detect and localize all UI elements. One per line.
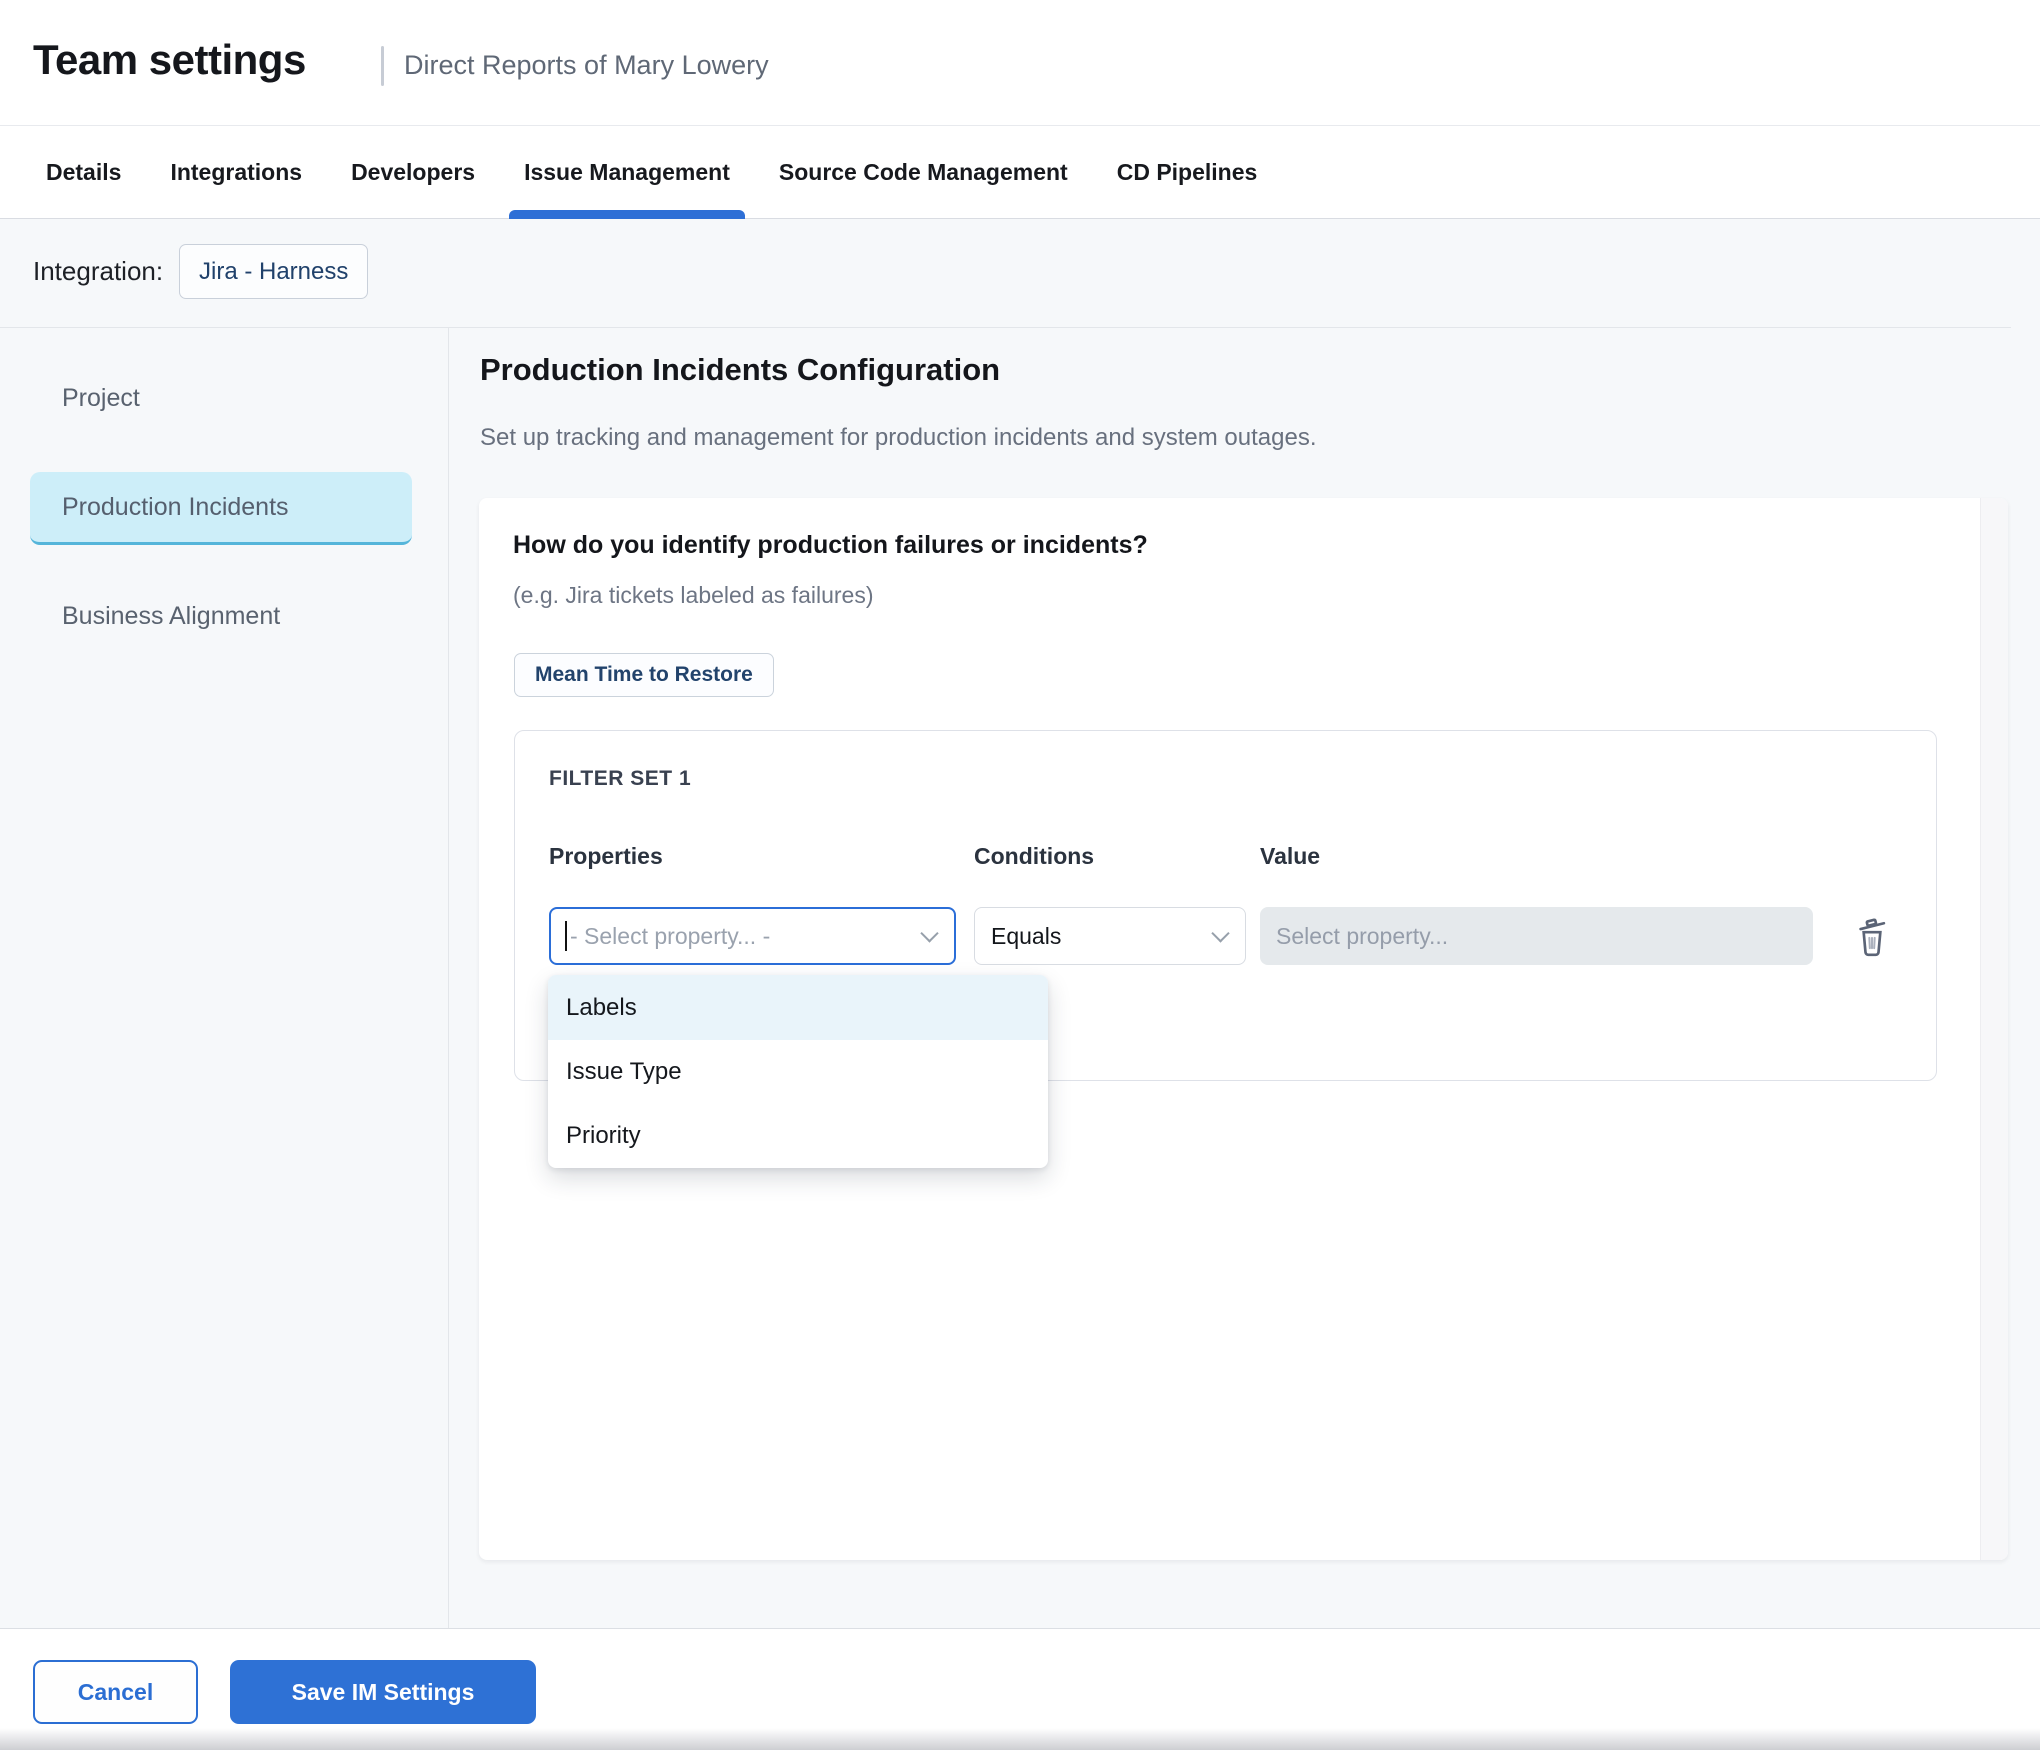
column-label-value: Value <box>1260 843 1320 870</box>
column-label-properties: Properties <box>549 843 663 870</box>
property-select-placeholder: - Select property... - <box>570 923 770 950</box>
trash-icon <box>1852 913 1892 959</box>
incident-question-hint: (e.g. Jira tickets labeled as failures) <box>513 582 874 609</box>
card-scrollbar-track[interactable] <box>1980 498 2008 1560</box>
title-separator <box>381 46 384 86</box>
tab-source-code-management[interactable]: Source Code Management <box>779 127 1068 218</box>
text-caret <box>565 921 567 951</box>
footer-bar: Cancel Save IM Settings <box>0 1628 2040 1750</box>
incident-question: How do you identify production failures … <box>513 531 1148 560</box>
save-im-settings-button[interactable]: Save IM Settings <box>230 1660 536 1724</box>
sidebar-divider <box>448 328 449 1629</box>
value-input-placeholder: Select property... <box>1276 923 1448 950</box>
page-subtitle: Direct Reports of Mary Lowery <box>404 50 769 81</box>
tab-issue-management[interactable]: Issue Management <box>524 127 730 218</box>
condition-select[interactable]: Equals <box>974 907 1246 965</box>
chevron-down-icon <box>920 924 938 942</box>
section-heading: Production Incidents Configuration <box>480 352 1000 388</box>
dropdown-option-priority[interactable]: Priority <box>548 1104 1048 1168</box>
tab-integrations[interactable]: Integrations <box>170 127 302 218</box>
integration-divider <box>0 327 2011 328</box>
condition-select-value: Equals <box>991 923 1061 950</box>
active-tab-underline <box>509 210 745 219</box>
sidebar-item-project[interactable]: Project <box>30 362 412 435</box>
dropdown-option-labels[interactable]: Labels <box>548 975 1048 1040</box>
page-title: Team settings <box>33 36 306 84</box>
page-header: Team settings Direct Reports of Mary Low… <box>0 0 2040 126</box>
value-input[interactable]: Select property... <box>1260 907 1813 965</box>
metric-chip-mean-time-to-restore[interactable]: Mean Time to Restore <box>514 653 774 697</box>
sidebar-item-production-incidents[interactable]: Production Incidents <box>30 472 412 545</box>
dropdown-option-issue-type[interactable]: Issue Type <box>548 1040 1048 1104</box>
chevron-down-icon <box>1211 924 1229 942</box>
integration-label: Integration: <box>33 256 163 287</box>
tab-details[interactable]: Details <box>46 127 121 218</box>
tab-bar: Details Integrations Developers Issue Ma… <box>0 127 2040 219</box>
filter-set-title: FILTER SET 1 <box>549 767 691 791</box>
property-select[interactable]: - Select property... - <box>549 907 956 965</box>
tab-developers[interactable]: Developers <box>351 127 475 218</box>
section-description: Set up tracking and management for produ… <box>480 424 1317 452</box>
tab-cd-pipelines[interactable]: CD Pipelines <box>1117 127 1258 218</box>
column-label-conditions: Conditions <box>974 843 1094 870</box>
property-dropdown-menu: Labels Issue Type Priority <box>548 975 1048 1168</box>
integration-chip[interactable]: Jira - Harness <box>179 244 368 299</box>
cancel-button[interactable]: Cancel <box>33 1660 198 1724</box>
sidebar-item-business-alignment[interactable]: Business Alignment <box>30 580 412 653</box>
delete-filter-button[interactable] <box>1852 913 1892 959</box>
